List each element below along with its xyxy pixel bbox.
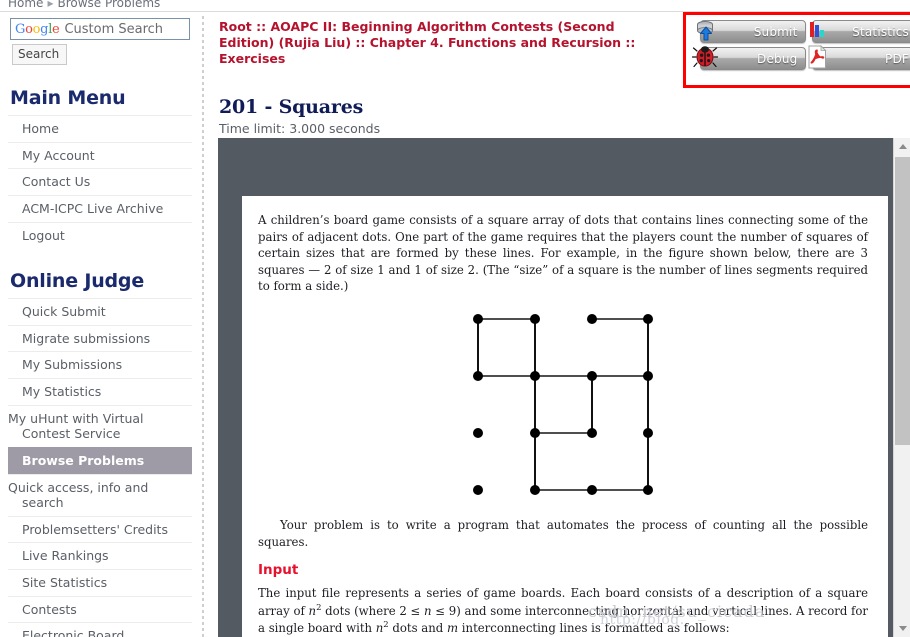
pdf-acrobat-icon (803, 43, 831, 71)
figure-svg (473, 314, 653, 496)
problem-viewer: A children’s board game consists of a sq… (218, 138, 910, 637)
ladybug-icon (691, 43, 719, 71)
statistics-button-label: Statistics (852, 24, 909, 39)
math-n-2: n (424, 603, 432, 618)
submit-button[interactable]: Submit (697, 20, 806, 43)
action-row-1: Submit Statistics (697, 20, 910, 43)
sidebar-item-my-submissions[interactable]: My Submissions (8, 351, 192, 378)
sidebar-menu-online-judge: Quick Submit Migrate submissions My Subm… (8, 298, 192, 637)
statement-paragraph-1: A children’s board game consists of a sq… (258, 213, 868, 294)
search-input[interactable]: Google Custom Search (10, 18, 190, 40)
scroll-up-button[interactable] (894, 138, 910, 155)
input-line-c2: dots and (388, 621, 447, 636)
sidebar-item-my-uhunt[interactable]: My uHunt with Virtual Contest Service (8, 404, 192, 447)
time-limit: Time limit: 3.000 seconds (219, 121, 381, 136)
search-button[interactable]: Search (12, 44, 68, 65)
sidebar-item-problemsetters-credits[interactable]: Problemsetters' Credits (8, 515, 192, 543)
section-heading-input: Input (258, 562, 299, 579)
sidebar-item-electronic-board[interactable]: Electronic Board (8, 622, 192, 637)
debug-button-label: Debug (757, 51, 798, 66)
breadcrumb-bar: Home ▸ Browse Problems (0, 0, 910, 12)
sidebar-item-live-rankings[interactable]: Live Rankings (8, 542, 192, 569)
breadcrumb-current[interactable]: Browse Problems (57, 0, 160, 10)
google-logo: Google (15, 21, 60, 37)
sidebar-item-home[interactable]: Home (8, 115, 192, 142)
breadcrumb-separator-icon: ▸ (47, 0, 54, 10)
sidebar-item-migrate-submissions[interactable]: Migrate submissions (8, 324, 192, 352)
action-row-2: Debug PDF (691, 45, 910, 70)
sidebar-item-contact-us[interactable]: Contact Us (8, 168, 192, 195)
input-paragraph: The input file represents a series of ga… (258, 585, 868, 637)
input-line-c3: interconnecting lines is formatted as fo… (458, 621, 730, 636)
sidebar-item-quick-submit[interactable]: Quick Submit (8, 298, 192, 325)
sidebar-divider (202, 16, 204, 637)
sidebar-item-quick-access[interactable]: Quick access, info and search (8, 473, 192, 516)
input-line-b1: of (293, 603, 309, 618)
scroll-down-button[interactable] (894, 620, 910, 637)
sidebar-section-title-main-menu: Main Menu (10, 87, 126, 109)
statement-paragraph-2: Your problem is to write a program that … (258, 518, 868, 549)
chevron-down-icon (898, 626, 907, 631)
sidebar-item-my-statistics[interactable]: My Statistics (8, 378, 192, 405)
sidebar-item-my-account[interactable]: My Account (8, 141, 192, 169)
math-n-1: n (308, 603, 317, 618)
debug-button[interactable]: Debug (691, 46, 806, 70)
sidebar-menu-main: Home My Account Contact Us ACM-ICPC Live… (8, 115, 192, 248)
pdf-button-label: PDF (885, 51, 909, 66)
sidebar: Google Custom Search Search Main Menu Ho… (0, 14, 200, 637)
problem-header: 201 - Squares Time limit: 3.000 seconds (219, 96, 380, 136)
breadcrumb-home[interactable]: Home (8, 0, 43, 10)
statistics-button[interactable]: Statistics (809, 20, 910, 43)
category-path[interactable]: Root :: AOAPC II: Beginning Algorithm Co… (219, 19, 639, 67)
main-content: Root :: AOAPC II: Beginning Algorithm Co… (212, 12, 910, 637)
sidebar-section-title-online-judge: Online Judge (10, 270, 145, 293)
math-m-1: m (447, 621, 459, 636)
sidebar-item-browse-problems[interactable]: Browse Problems (8, 446, 192, 474)
problem-page: A children’s board game consists of a sq… (242, 196, 888, 637)
pdf-button[interactable]: PDF (808, 45, 910, 70)
chevron-up-icon (898, 144, 907, 149)
viewer-scrollbar[interactable] (893, 138, 910, 637)
submit-button-label: Submit (753, 24, 798, 39)
sidebar-item-site-statistics[interactable]: Site Statistics (8, 569, 192, 596)
breadcrumb: Home ▸ Browse Problems (0, 0, 910, 12)
sidebar-item-logout[interactable]: Logout (8, 221, 192, 249)
submit-upload-icon (691, 16, 719, 44)
page-title: 201 - Squares (219, 96, 364, 118)
input-line-c1: single board with (268, 621, 376, 636)
input-line-b2: dots (where 2 ≤ (321, 603, 425, 618)
scrollbar-thumb[interactable] (895, 157, 910, 445)
search-input-value: Custom Search (64, 21, 164, 37)
square-array-of-dots-figure (258, 307, 868, 507)
page-root: Home ▸ Browse Problems Google Custom Searc… (0, 0, 910, 637)
action-buttons-panel: Submit Statistics Debug PDF (683, 12, 910, 88)
sidebar-item-acm-icpc-live-archive[interactable]: ACM-ICPC Live Archive (8, 194, 192, 222)
search-area: Google Custom Search Search (8, 14, 192, 65)
sidebar-item-contests[interactable]: Contests (8, 595, 192, 623)
bar-chart-icon (803, 16, 831, 44)
